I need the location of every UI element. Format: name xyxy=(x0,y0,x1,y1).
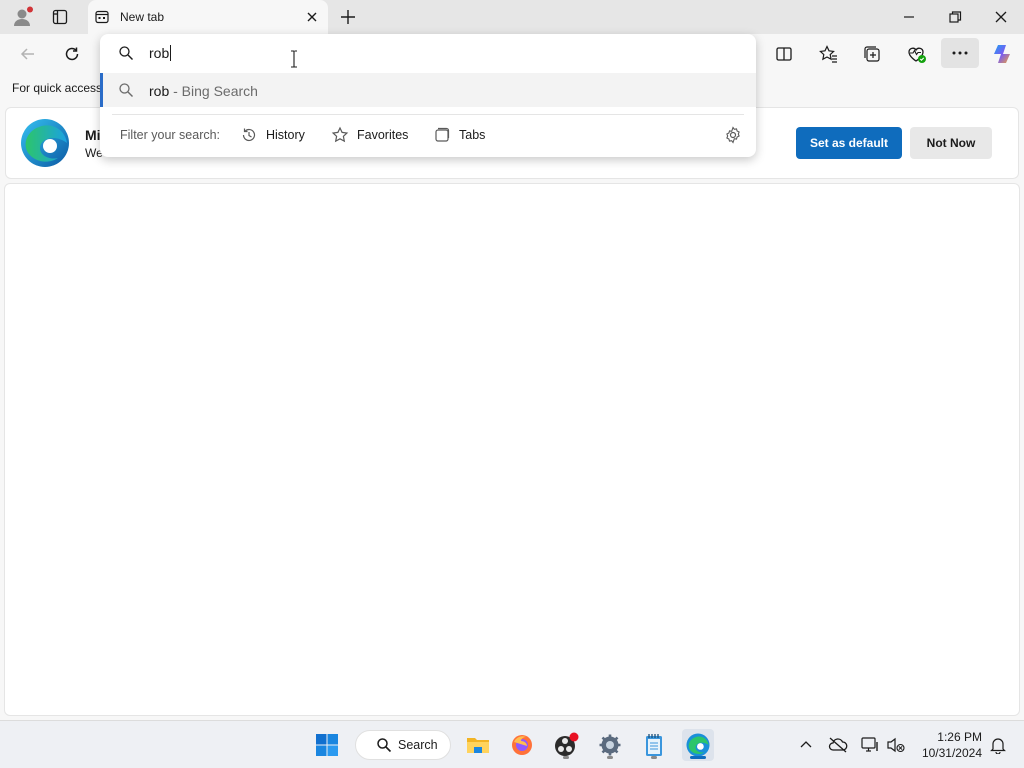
firefox-icon xyxy=(512,735,532,755)
split-screen-icon[interactable] xyxy=(772,42,796,66)
star-icon xyxy=(331,126,349,143)
taskbar-firefox[interactable] xyxy=(506,729,538,761)
browser-essentials-icon[interactable] xyxy=(904,42,928,66)
not-now-button[interactable]: Not Now xyxy=(910,127,992,159)
edge-logo-icon xyxy=(21,119,69,167)
filter-history[interactable]: History xyxy=(240,125,305,145)
filter-tabs[interactable]: Tabs xyxy=(433,125,485,145)
minimize-icon[interactable] xyxy=(898,6,920,28)
profile-icon[interactable] xyxy=(10,5,34,29)
clock-time: 1:26 PM xyxy=(937,730,982,744)
filter-tabs-label: Tabs xyxy=(459,128,486,142)
windows-icon xyxy=(316,734,338,756)
tabs-icon xyxy=(435,127,450,142)
copilot-icon[interactable] xyxy=(990,42,1014,66)
onedrive-tray[interactable] xyxy=(826,733,850,757)
more-icon xyxy=(952,51,968,55)
speaker-muted-icon xyxy=(887,737,905,753)
search-icon xyxy=(377,738,392,753)
volume-tray[interactable] xyxy=(884,733,908,757)
network-tray[interactable] xyxy=(858,733,882,757)
taskbar: Search 1:26 PM 10/31/2024 xyxy=(0,720,1024,768)
filter-favorites-label: Favorites xyxy=(357,128,409,142)
close-tab-icon[interactable] xyxy=(304,9,320,25)
set-as-default-button[interactable]: Set as default xyxy=(796,127,902,159)
settings-icon xyxy=(599,734,621,756)
notepad-icon xyxy=(646,734,662,756)
back-icon[interactable] xyxy=(16,42,40,66)
taskbar-settings[interactable] xyxy=(594,729,626,761)
taskbar-search[interactable]: Search xyxy=(355,730,451,760)
filter-label: Filter your search: xyxy=(120,128,221,142)
running-indicator xyxy=(607,756,613,759)
refresh-icon[interactable] xyxy=(60,42,84,66)
page-content xyxy=(4,183,1020,716)
favorites-icon[interactable] xyxy=(816,42,840,66)
gear-icon[interactable] xyxy=(724,126,742,144)
filter-history-label: History xyxy=(266,128,305,142)
search-icon xyxy=(119,46,133,60)
text-caret xyxy=(170,45,172,61)
running-indicator xyxy=(563,756,569,759)
restore-icon[interactable] xyxy=(944,6,966,28)
tab-title: New tab xyxy=(120,10,165,24)
tab-new-tab[interactable]: New tab xyxy=(88,0,328,34)
taskbar-search-label: Search xyxy=(398,738,438,752)
cloud-offline-icon xyxy=(828,737,848,753)
settings-and-more-button[interactable] xyxy=(941,38,979,68)
address-bar-text: rob xyxy=(149,45,172,61)
title-bar: New tab xyxy=(0,0,1024,34)
bell-icon xyxy=(990,738,1006,754)
edge-icon xyxy=(686,733,710,757)
divider xyxy=(112,114,744,115)
history-icon xyxy=(242,128,256,142)
taskbar-edge[interactable] xyxy=(682,729,714,761)
collections-icon[interactable] xyxy=(860,42,884,66)
running-indicator xyxy=(651,756,657,759)
taskbar-notepad[interactable] xyxy=(638,729,670,761)
favorites-bar-hint: For quick access xyxy=(12,81,103,95)
text-cursor-icon xyxy=(291,50,297,68)
show-hidden-icons[interactable] xyxy=(794,733,818,757)
address-bar-input[interactable]: rob xyxy=(100,34,756,72)
banner-title: Mi xyxy=(85,127,101,143)
network-icon xyxy=(861,737,878,752)
start-button[interactable] xyxy=(311,729,343,761)
address-bar-dropdown: rob rob - Bing Search Filter your search… xyxy=(100,34,756,157)
active-indicator xyxy=(690,756,706,759)
close-window-icon[interactable] xyxy=(990,6,1012,28)
clock-date: 10/31/2024 xyxy=(921,746,982,760)
notifications-tray[interactable] xyxy=(986,733,1010,757)
suggestion-bing-search[interactable]: rob - Bing Search xyxy=(100,73,756,107)
obs-icon xyxy=(555,732,579,756)
new-tab-icon[interactable] xyxy=(338,7,358,27)
vertical-tabs-icon[interactable] xyxy=(48,5,72,29)
folder-icon xyxy=(467,738,489,753)
search-icon xyxy=(119,83,133,97)
taskbar-file-explorer[interactable] xyxy=(462,729,494,761)
chevron-up-icon xyxy=(800,741,812,748)
taskbar-obs[interactable] xyxy=(550,729,582,761)
taskbar-clock[interactable]: 1:26 PM 10/31/2024 xyxy=(916,729,982,761)
filter-favorites[interactable]: Favorites xyxy=(331,125,408,145)
suggestion-text: rob - Bing Search xyxy=(149,83,258,99)
new-tab-page-icon xyxy=(95,10,109,24)
